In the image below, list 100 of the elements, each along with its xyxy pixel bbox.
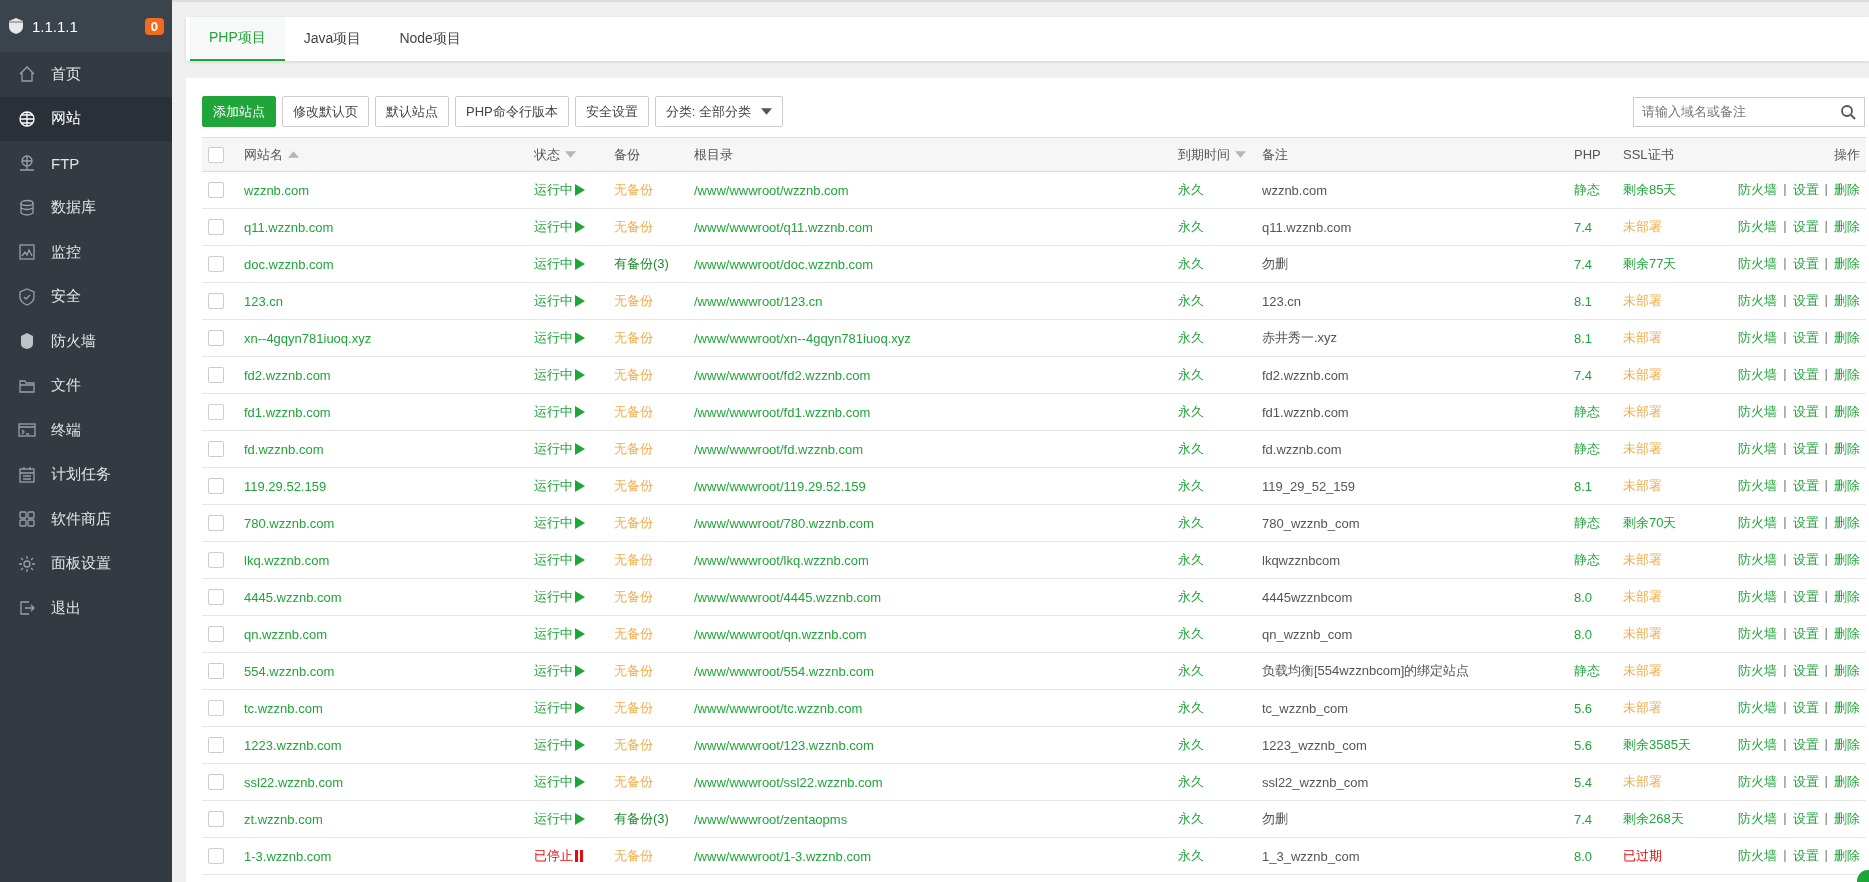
expiry-date[interactable]: 永久 [1178, 774, 1204, 789]
site-note[interactable]: 负载均衡[554wzznbcom]的绑定站点 [1262, 663, 1470, 678]
row-checkbox[interactable] [208, 256, 224, 273]
row-checkbox[interactable] [208, 626, 224, 643]
root-path-link[interactable]: /www/wwwroot/119.29.52.159 [694, 478, 866, 494]
action-link[interactable]: 设置 [1792, 255, 1819, 273]
php-version[interactable]: 8.0 [1574, 626, 1593, 642]
action-link[interactable]: 防火墙 [1738, 218, 1778, 236]
notification-badge[interactable]: 0 [144, 17, 164, 35]
action-link[interactable]: 删除 [1834, 588, 1860, 606]
site-note[interactable]: 4445wzznbcom [1262, 589, 1353, 605]
status-toggle[interactable]: 运行中 [534, 699, 585, 717]
row-checkbox[interactable] [208, 737, 224, 754]
site-note[interactable]: 119_29_52_159 [1262, 478, 1356, 494]
backup-link[interactable]: 有备份(3) [614, 256, 669, 271]
backup-link[interactable]: 无备份 [614, 404, 653, 419]
backup-link[interactable]: 无备份 [614, 441, 653, 456]
php-version[interactable]: 7.4 [1574, 219, 1593, 235]
action-link[interactable]: 设置 [1792, 736, 1819, 754]
row-checkbox[interactable] [208, 700, 224, 717]
row-checkbox[interactable] [208, 811, 224, 828]
status-toggle[interactable]: 运行中 [534, 366, 585, 384]
site-name-link[interactable]: ssl22.wzznb.com [244, 774, 343, 790]
site-note[interactable]: wzznb.com [1262, 182, 1328, 198]
site-note[interactable]: tc_wzznb_com [1262, 700, 1348, 716]
sidebar-item[interactable]: FTP [0, 141, 172, 186]
status-toggle[interactable]: 运行中 [534, 292, 585, 310]
site-note[interactable]: 勿删 [1262, 256, 1288, 271]
action-link[interactable]: 防火墙 [1738, 588, 1778, 606]
php-version[interactable]: 7.4 [1574, 811, 1593, 827]
action-link[interactable]: 设置 [1792, 773, 1819, 791]
status-toggle[interactable]: 运行中 [534, 588, 585, 606]
search-icon[interactable] [1840, 103, 1856, 120]
action-link[interactable]: 删除 [1834, 181, 1860, 199]
action-link[interactable]: 防火墙 [1738, 477, 1778, 495]
site-note[interactable]: 勿删 [1262, 811, 1288, 826]
action-link[interactable]: 删除 [1834, 773, 1860, 791]
backup-link[interactable]: 无备份 [614, 330, 653, 345]
site-name-link[interactable]: 119.29.52.159 [244, 478, 327, 494]
expiry-date[interactable]: 永久 [1178, 626, 1204, 641]
sidebar-item[interactable]: 网站 [0, 96, 172, 141]
site-note[interactable]: fd.wzznb.com [1262, 441, 1342, 457]
action-link[interactable]: 删除 [1834, 477, 1860, 495]
expiry-date[interactable]: 永久 [1178, 182, 1204, 197]
ssl-status[interactable]: 未部署 [1623, 478, 1662, 493]
root-path-link[interactable]: /www/wwwroot/4445.wzznb.com [694, 589, 882, 605]
action-link[interactable]: 删除 [1834, 514, 1860, 532]
root-path-link[interactable]: /www/wwwroot/lkq.wzznb.com [694, 552, 869, 568]
action-link[interactable]: 防火墙 [1738, 625, 1778, 643]
site-name-link[interactable]: 780.wzznb.com [244, 515, 335, 531]
row-checkbox[interactable] [208, 330, 224, 347]
php-version[interactable]: 静态 [1574, 515, 1600, 530]
action-link[interactable]: 设置 [1792, 810, 1819, 828]
php-version[interactable]: 静态 [1574, 182, 1600, 197]
action-link[interactable]: 删除 [1834, 440, 1860, 458]
action-link[interactable]: 删除 [1834, 255, 1860, 273]
site-note[interactable]: 780_wzznb_com [1262, 515, 1360, 531]
action-link[interactable]: 防火墙 [1738, 847, 1778, 865]
expiry-date[interactable]: 永久 [1178, 811, 1204, 826]
backup-link[interactable]: 无备份 [614, 663, 653, 678]
toolbar-button[interactable]: 默认站点 [375, 96, 449, 127]
php-version[interactable]: 7.4 [1574, 367, 1593, 383]
root-path-link[interactable]: /www/wwwroot/123.wzznb.com [694, 737, 874, 753]
backup-link[interactable]: 无备份 [614, 552, 653, 567]
action-link[interactable]: 设置 [1792, 366, 1819, 384]
action-link[interactable]: 删除 [1834, 736, 1860, 754]
action-link[interactable]: 设置 [1792, 514, 1819, 532]
root-path-link[interactable]: /www/wwwroot/1-3.wzznb.com [694, 848, 871, 864]
action-link[interactable]: 设置 [1792, 292, 1819, 310]
project-tab[interactable]: PHP项目 [190, 17, 285, 61]
select-all-checkbox[interactable] [208, 146, 224, 163]
root-path-link[interactable]: /www/wwwroot/123.cn [694, 293, 823, 309]
action-link[interactable]: 删除 [1834, 403, 1860, 421]
status-toggle[interactable]: 已停止 [534, 847, 583, 865]
sidebar-item[interactable]: 防火墙 [0, 319, 172, 364]
row-checkbox[interactable] [208, 515, 224, 532]
action-link[interactable]: 防火墙 [1738, 736, 1778, 754]
site-note[interactable]: 123.cn [1262, 293, 1302, 309]
expiry-date[interactable]: 永久 [1178, 367, 1204, 382]
sort-arrow-icon[interactable] [1235, 151, 1246, 158]
root-path-link[interactable]: /www/wwwroot/qn.wzznb.com [694, 626, 867, 642]
action-link[interactable]: 设置 [1792, 477, 1819, 495]
action-link[interactable]: 设置 [1792, 588, 1819, 606]
expiry-date[interactable]: 永久 [1178, 700, 1204, 715]
action-link[interactable]: 设置 [1792, 218, 1819, 236]
status-toggle[interactable]: 运行中 [534, 736, 585, 754]
ssl-status[interactable]: 已过期 [1623, 848, 1662, 863]
site-name-link[interactable]: 1223.wzznb.com [244, 737, 342, 753]
ssl-status[interactable]: 未部署 [1623, 293, 1662, 308]
action-link[interactable]: 设置 [1792, 181, 1819, 199]
ssl-status[interactable]: 未部署 [1623, 626, 1662, 641]
backup-link[interactable]: 无备份 [614, 293, 653, 308]
action-link[interactable]: 防火墙 [1738, 329, 1778, 347]
action-link[interactable]: 设置 [1792, 403, 1819, 421]
action-link[interactable]: 删除 [1834, 847, 1860, 865]
toolbar-button[interactable]: 安全设置 [574, 96, 649, 127]
row-checkbox[interactable] [208, 404, 224, 421]
expiry-date[interactable]: 永久 [1178, 219, 1204, 234]
row-checkbox[interactable] [208, 774, 224, 791]
sort-arrow-icon[interactable] [288, 151, 299, 158]
